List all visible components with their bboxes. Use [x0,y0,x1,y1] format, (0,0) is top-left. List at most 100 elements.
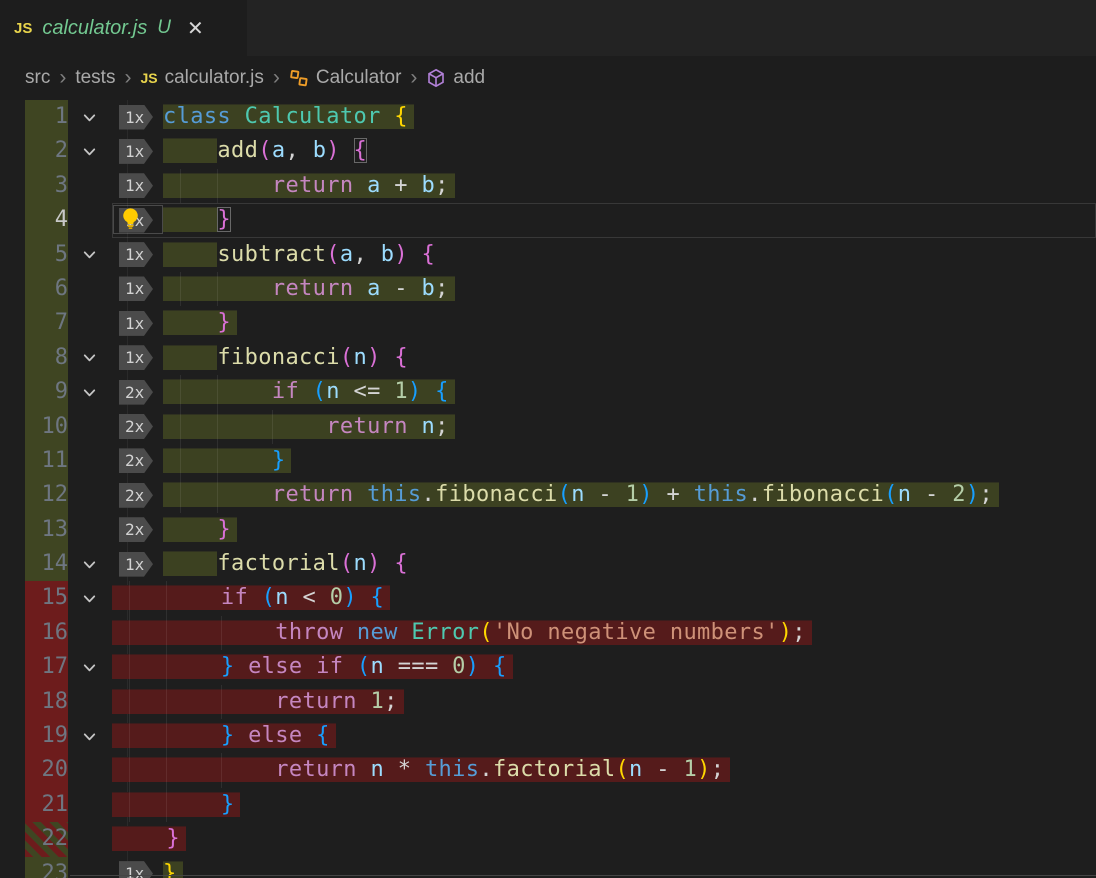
code-line-content[interactable]: 1x return a - b; [112,272,1096,306]
quick-fix-lightbulb-icon[interactable] [119,207,142,241]
code-line-content[interactable]: 2x } [112,513,1096,547]
code-line-content[interactable]: 1x class Calculator { [112,100,1096,134]
code-token: ) [367,345,381,370]
code-line-content[interactable]: 1x } [112,203,1096,237]
code-editor: 11xclass Calculator {21x add(a, b) {31x … [0,100,1096,878]
breadcrumb-item-calculator-js[interactable]: JScalculator.js [140,67,263,89]
indent-guide [217,444,218,478]
code-token: fibonacci [217,345,339,370]
code-token: - [381,276,422,301]
code-line-content[interactable]: 1x subtract(a, b) { [112,238,1096,272]
code-line-content[interactable]: if (n < 0) { [112,581,1096,615]
code-token: } [221,792,235,817]
indent-guide [166,719,167,753]
code-line-7: 71x } [0,306,1096,340]
code-token: else if [248,654,357,679]
code-line-content[interactable]: 2x return n; [112,410,1096,444]
covered-code [163,138,217,163]
code-line-content[interactable]: throw new Error('No negative numbers'); [112,616,1096,650]
code-token: n [353,345,367,370]
indent-guide [166,788,167,822]
code-token: a [340,242,354,267]
code-token: ( [258,138,272,163]
code-token [112,689,275,714]
breadcrumb-item-tests[interactable]: tests [75,67,115,89]
line-number: 12 [0,478,68,512]
code-line-content[interactable]: 1x add(a, b) { [112,134,1096,168]
code-token: } [166,826,180,851]
code-token: { [394,104,408,129]
code-token: subtract [217,242,326,267]
code-token: n [571,482,585,507]
breadcrumb-item-add[interactable]: add [426,67,485,89]
coverage-badge: 1x [119,105,153,130]
code-line-content[interactable]: } [112,822,1096,856]
code-line-content[interactable]: 1x fibonacci(n) { [112,341,1096,375]
code-token: ; [792,620,806,645]
breadcrumb: src›tests›JScalculator.js›Calculator›add [0,56,1096,100]
code-line-content[interactable]: return n * this.factorial(n - 1); [112,753,1096,787]
covered-code [163,207,217,232]
coverage-badge: 2x [119,448,153,473]
fold-chevron-icon[interactable] [76,719,102,753]
code-line-content[interactable]: 2x if (n <= 1) { [112,375,1096,409]
fold-chevron-icon[interactable] [76,581,102,615]
code-token: ) [394,242,408,267]
code-line-content[interactable]: return 1; [112,685,1096,719]
fold-chevron-icon[interactable] [76,134,102,168]
code-token: new [357,620,411,645]
fold-chevron-icon[interactable] [76,650,102,684]
close-icon[interactable]: ✕ [187,16,204,41]
code-line-3: 31x return a + b; [0,169,1096,203]
code-line-content[interactable]: 1x } [112,306,1096,340]
code-token: fibonacci [435,482,557,507]
code-token: if [272,379,313,404]
uncovered-code: } else if (n === 0) { [112,654,513,679]
indent-guide [129,616,130,650]
indent-guide [217,410,218,444]
code-line-21: 21 } [0,788,1096,822]
breadcrumb-item-src[interactable]: src [25,67,50,89]
code-line-content[interactable]: } else { [112,719,1096,753]
code-line-content[interactable]: } else if (n === 0) { [112,650,1096,684]
breadcrumb-item-calculator[interactable]: Calculator [289,67,402,89]
indent-guide [166,685,167,719]
code-token [163,242,217,267]
coverage-badge: 1x [119,552,153,577]
fold-chevron-icon[interactable] [76,547,102,581]
code-token [408,242,422,267]
code-token: * [384,757,425,782]
code-token: } [272,448,286,473]
indent-guide [217,272,218,306]
code-token: ( [326,242,340,267]
js-file-icon: JS [14,20,32,37]
code-line-content[interactable]: 2x } [112,444,1096,478]
code-token: - [585,482,626,507]
code-line-content[interactable]: 1x factorial(n) { [112,547,1096,581]
code-line-content[interactable]: } [112,788,1096,822]
covered-code [163,551,217,576]
code-token: ) [466,654,480,679]
code-token: { [493,654,507,679]
fold-chevron-icon[interactable] [76,341,102,375]
code-line-content[interactable]: 2x return this.fibonacci(n - 1) + this.f… [112,478,1096,512]
covered-code: class Calculator { [163,104,414,129]
code-token: 1 [371,689,385,714]
covered-code: } [163,517,237,542]
code-token: ) [697,757,711,782]
fold-chevron-icon[interactable] [76,375,102,409]
code-token [112,757,275,782]
tab-calculator-js[interactable]: JS calculator.js U ✕ [0,0,247,56]
code-token: n [353,551,367,576]
indent-guide [180,478,181,512]
line-number: 15 [0,581,68,615]
code-line-1: 11xclass Calculator { [0,100,1096,134]
line-number: 20 [0,753,68,787]
fold-chevron-icon[interactable] [76,100,102,134]
fold-chevron-icon[interactable] [76,238,102,272]
line-number: 17 [0,650,68,684]
code-token: - [643,757,684,782]
indent-guide [217,478,218,512]
code-line-content[interactable]: 1x return a + b; [112,169,1096,203]
scrollbar-edge [70,875,1096,876]
